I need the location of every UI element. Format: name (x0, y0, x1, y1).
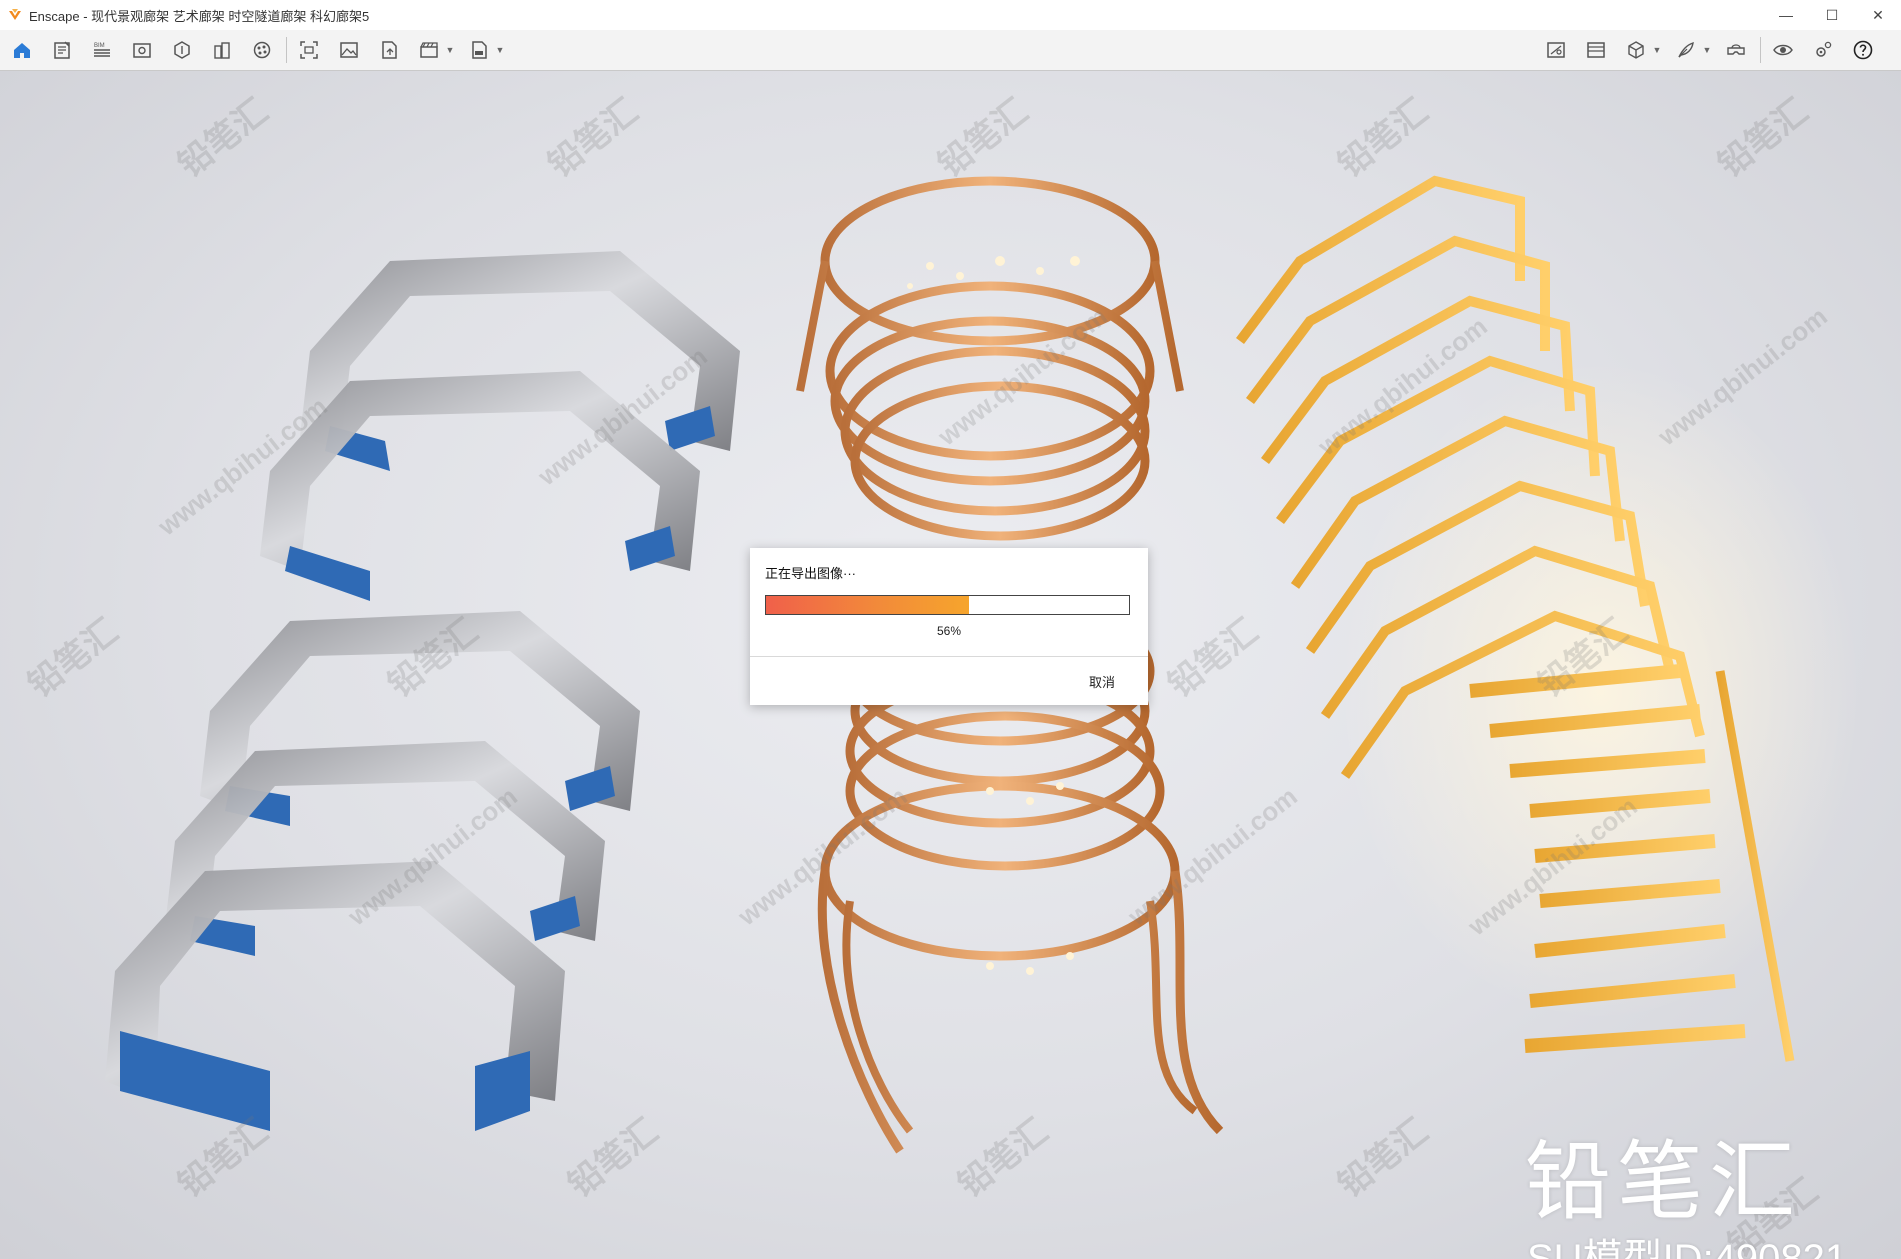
home-icon (14, 43, 30, 58)
exe-export-icon (472, 41, 487, 59)
buildings-icon (214, 42, 230, 59)
export-progress-bar (765, 595, 1130, 615)
window-controls: — ☐ ✕ (1763, 0, 1901, 30)
vr-headset-button[interactable] (1720, 34, 1752, 66)
project-settings-icon (54, 41, 70, 59)
image-icon (340, 42, 358, 58)
enscape-logo-icon (9, 9, 21, 20)
window-title: Enscape - 现代景观廊架 艺术廊架 时空隧道廊架 科幻廊架5 (29, 8, 370, 24)
cube-dropdown-chevron-icon[interactable]: ▼ (1652, 34, 1662, 66)
screenshot-button[interactable] (293, 34, 325, 66)
panorama-button[interactable] (1540, 34, 1572, 66)
bim-icon: BIM (94, 43, 110, 57)
eye-button[interactable] (1767, 34, 1799, 66)
video-icon (420, 42, 438, 58)
bim-button[interactable]: BIM (86, 34, 118, 66)
help-icon (1853, 40, 1873, 60)
views-button[interactable] (126, 34, 158, 66)
asset-library-button[interactable] (166, 34, 198, 66)
svg-text:BIM: BIM (94, 43, 105, 49)
video-dropdown-chevron-icon[interactable]: ▼ (445, 34, 455, 66)
progress-fill (766, 596, 970, 614)
screenshot-icon (300, 41, 318, 59)
help-button[interactable] (1847, 34, 1879, 66)
progress-percentage: 56% (936, 624, 962, 638)
close-button[interactable]: ✕ (1855, 0, 1901, 30)
dialog-title: 正在导出图像··· (765, 566, 856, 581)
project-settings-button[interactable] (46, 34, 78, 66)
material-icon (253, 41, 271, 59)
home-button[interactable] (6, 34, 38, 66)
vr-headset-icon (1727, 44, 1745, 55)
settings-button[interactable] (1807, 34, 1839, 66)
feather-dropdown-chevron-icon[interactable]: ▼ (1702, 34, 1712, 66)
toolbar-separator (1760, 37, 1761, 63)
main-toolbar: BIM ▼ ▼ ▼ ▼ (0, 30, 1901, 85)
panorama-icon (1547, 42, 1565, 58)
silver-arches (105, 251, 740, 1131)
video-button[interactable] (413, 34, 445, 66)
buildings-button[interactable] (206, 34, 238, 66)
export-icon (382, 41, 397, 59)
cube-icon (1628, 41, 1644, 59)
maximize-button[interactable]: ☐ (1809, 0, 1855, 30)
feather-icon (1678, 41, 1694, 58)
toolbar-separator (286, 37, 287, 63)
light-glow (1340, 361, 1860, 1021)
title-bar: Enscape - 现代景观廊架 艺术廊架 时空隧道廊架 科幻廊架5 — ☐ ✕ (0, 0, 1901, 30)
cancel-button[interactable]: 取消 (1072, 669, 1132, 693)
views-icon (133, 43, 151, 58)
exe-export-button[interactable] (463, 34, 495, 66)
brand-watermark: 铅笔汇 (1525, 1134, 1801, 1230)
settings-icon (1816, 41, 1832, 57)
model-id-label: SU模型ID:490821 (1527, 1237, 1848, 1259)
exe-dropdown-chevron-icon[interactable]: ▼ (495, 34, 505, 66)
toolbar-right-group: ▼ ▼ (1540, 30, 1887, 70)
material-button[interactable] (246, 34, 278, 66)
batch-render-icon (1587, 42, 1605, 58)
cube-view-button[interactable] (1620, 34, 1652, 66)
feather-button[interactable] (1670, 34, 1702, 66)
toolbar-left-group: BIM ▼ ▼ (6, 30, 513, 70)
batch-render-button[interactable] (1580, 34, 1612, 66)
asset-library-icon (174, 41, 190, 59)
export-button[interactable] (373, 34, 405, 66)
minimize-button[interactable]: — (1763, 0, 1809, 30)
dialog-divider (750, 656, 1148, 657)
eye-icon (1773, 44, 1793, 56)
export-progress-dialog: 正在导出图像··· 56% 取消 (750, 548, 1148, 705)
image-button[interactable] (333, 34, 365, 66)
